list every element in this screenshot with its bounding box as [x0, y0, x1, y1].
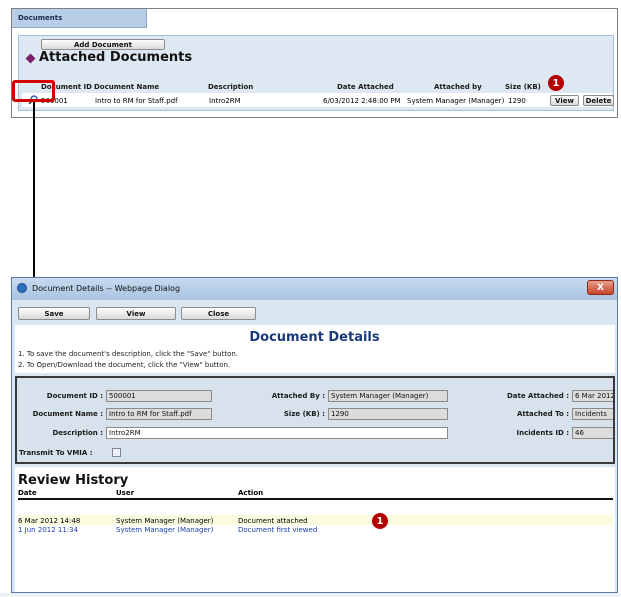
attached-documents-section: Add Document Attached Documents Document…	[18, 35, 614, 111]
column-header-user: User	[116, 489, 135, 497]
document-name-label: Document Name :	[32, 410, 103, 418]
dialog-titlebar[interactable]: Document Details -- Webpage Dialog X	[12, 278, 617, 300]
delete-button[interactable]: Delete	[583, 95, 614, 106]
cell-description: Intro2RM	[209, 97, 241, 105]
instruction-line-2: 2. To Open/Download the document, click …	[18, 361, 231, 369]
tab-documents[interactable]: Documents	[12, 9, 147, 28]
document-name-field[interactable]: Intro to RM for Staff.pdf	[106, 408, 212, 420]
cell-attached-by: System Manager (Manager)	[407, 97, 505, 105]
view-button[interactable]: View	[96, 307, 176, 320]
section-bullet-icon	[25, 53, 36, 64]
close-window-button[interactable]: X	[587, 280, 614, 295]
callout-badge: 1	[372, 513, 388, 529]
transmit-to-vmia-label: Transmit To VMIA :	[19, 449, 93, 457]
column-header-document-name[interactable]: Document Name	[94, 83, 159, 91]
document-details-dialog: Document Details -- Webpage Dialog X Sav…	[11, 277, 618, 593]
date-attached-label: Date Attached :	[506, 392, 569, 400]
section-title: Attached Documents	[39, 50, 193, 65]
transmit-to-vmia-checkbox[interactable]	[112, 448, 121, 457]
attached-to-field[interactable]: Incidents	[572, 408, 613, 420]
page-title: Document Details	[249, 330, 380, 345]
document-form: Document ID : 500001 Document Name : Int…	[15, 376, 615, 464]
column-header-date-attached[interactable]: Date Attached	[337, 83, 394, 91]
date-attached-field[interactable]: 6 Mar 2012 1	[572, 390, 613, 402]
attached-by-label: Attached By :	[271, 392, 325, 400]
review-history-title: Review History	[18, 473, 129, 488]
document-id-field[interactable]: 500001	[106, 390, 212, 402]
size-field[interactable]: 1290	[328, 408, 448, 420]
cell-size: 1290	[508, 97, 526, 105]
list-item	[18, 515, 613, 525]
history-action: Document attached	[238, 517, 308, 525]
documents-panel: Documents Add Document Attached Document…	[11, 8, 618, 118]
attached-to-label: Attached To :	[516, 410, 569, 418]
browser-icon	[17, 283, 27, 293]
history-date: 1 Jun 2012 11:34	[18, 526, 79, 534]
history-user: System Manager (Manager)	[116, 526, 214, 534]
cell-date-attached: 6/03/2012 2:48:00 PM	[323, 97, 401, 105]
cell-document-name: Intro to RM for Staff.pdf	[95, 97, 178, 105]
incidents-id-field[interactable]: 46	[572, 427, 613, 439]
view-button[interactable]: View	[550, 95, 579, 106]
document-id-label: Document ID :	[46, 392, 103, 400]
attached-by-field[interactable]: System Manager (Manager)	[328, 390, 448, 402]
page-bottom-edge	[0, 593, 621, 597]
description-field[interactable]: Intro2RM	[106, 427, 448, 439]
history-user: System Manager (Manager)	[116, 517, 214, 525]
size-label: Size (KB) :	[283, 410, 325, 418]
header-divider	[18, 498, 613, 500]
column-header-description[interactable]: Description	[208, 83, 253, 91]
close-button[interactable]: Close	[181, 307, 256, 320]
table-row[interactable]: 500001 Intro to RM for Staff.pdf Intro2R…	[22, 93, 614, 107]
instruction-line-1: 1. To save the document's description, c…	[18, 350, 239, 358]
column-header-date: Date	[18, 489, 37, 497]
callout-badge: 1	[548, 75, 564, 91]
column-header-attached-by[interactable]: Attached by	[434, 83, 482, 91]
history-action: Document first viewed	[238, 526, 318, 534]
column-header-action: Action	[238, 489, 264, 497]
window-title: Document Details -- Webpage Dialog	[32, 284, 181, 293]
incidents-id-label: Incidents ID :	[516, 429, 569, 437]
description-label: Description :	[52, 429, 103, 437]
add-document-button[interactable]: Add Document	[41, 39, 165, 50]
column-header-size[interactable]: Size (KB)	[505, 83, 541, 91]
save-button[interactable]: Save	[18, 307, 90, 320]
highlight-box	[12, 80, 55, 102]
history-date: 6 Mar 2012 14:48	[18, 517, 81, 525]
review-history-section: Review History Date User Action 6 Mar 20…	[15, 467, 615, 592]
